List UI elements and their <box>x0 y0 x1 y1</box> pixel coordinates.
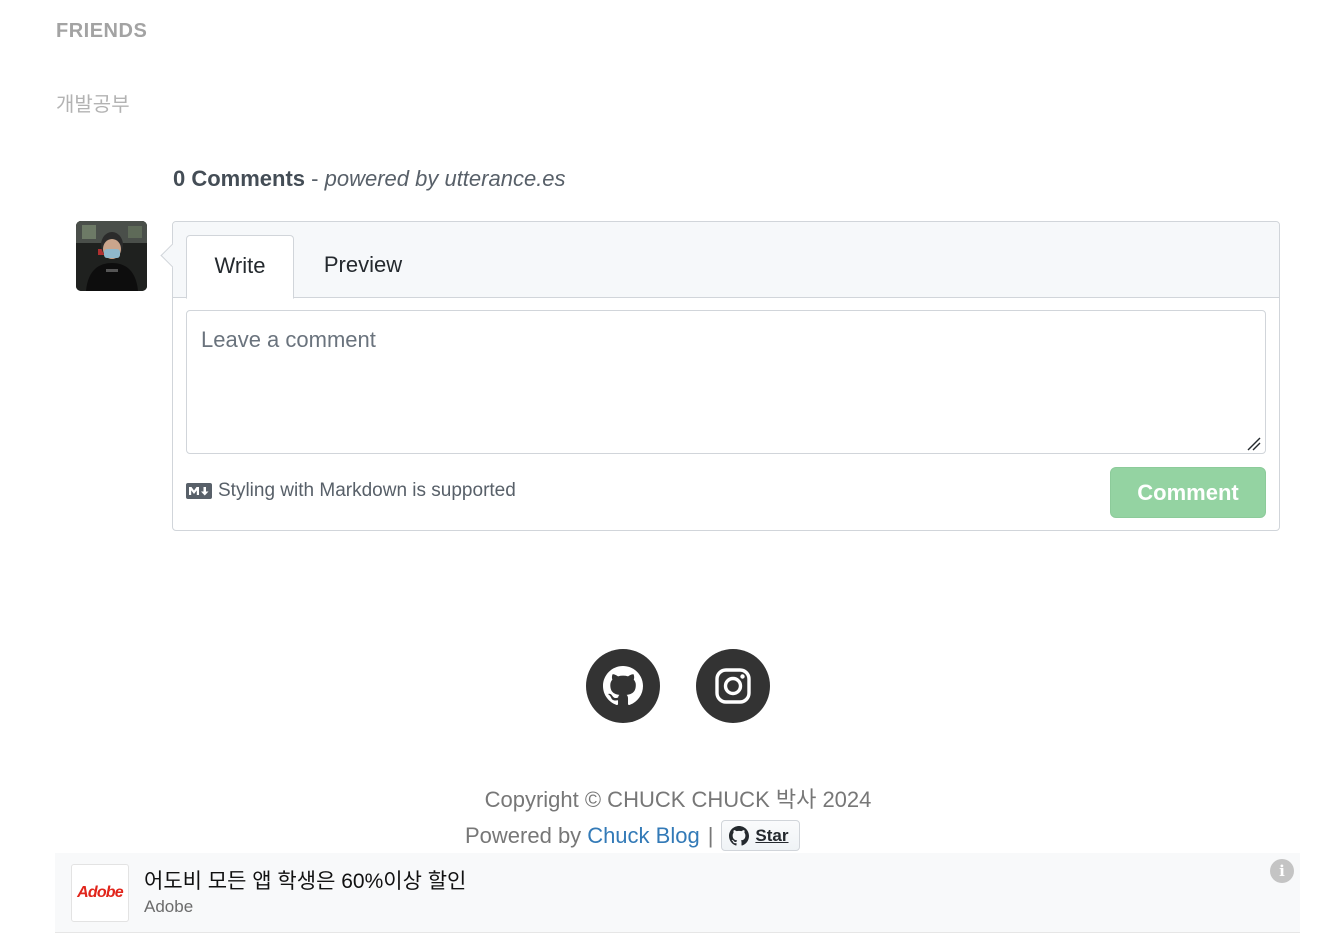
github-icon <box>603 666 643 706</box>
comment-tabs: Write Preview <box>173 222 1279 299</box>
github-star-button[interactable]: Star <box>721 820 800 851</box>
adobe-logo[interactable]: Adobe <box>71 864 129 922</box>
github-link[interactable] <box>586 649 660 723</box>
comment-count: 0 Comments <box>173 166 306 191</box>
comment-submit-button[interactable]: Comment <box>1110 467 1266 518</box>
github-mark-icon <box>729 825 750 846</box>
ad-banner[interactable]: Adobe 어도비 모든 앱 학생은 60%이상 할인 Adobe i <box>55 853 1300 933</box>
star-label: Star <box>755 825 789 845</box>
header-separator: - <box>305 166 325 191</box>
page: FRIENDS 개발공부 0 Comments - powered by utt… <box>0 0 1334 950</box>
footer-separator: | <box>707 822 714 848</box>
tab-preview[interactable]: Preview <box>303 235 423 298</box>
powered-by-line: Powered by Chuck Blog | Star <box>465 820 800 851</box>
resize-grip-icon[interactable] <box>1247 437 1261 451</box>
chuck-blog-link[interactable]: Chuck Blog <box>587 823 700 849</box>
instagram-icon <box>715 668 751 704</box>
info-icon[interactable]: i <box>1270 859 1294 883</box>
markdown-icon <box>186 483 212 499</box>
friend-link-dev-study[interactable]: 개발공부 <box>56 88 130 117</box>
powered-by-utterances[interactable]: powered by utterance.es <box>325 166 566 191</box>
comments-header: 0 Comments - powered by utterance.es <box>173 166 566 192</box>
comment-form: Write Preview Styling with Markdown is s… <box>172 221 1280 531</box>
tab-write[interactable]: Write <box>186 235 294 299</box>
copyright-text: Copyright © CHUCK CHUCK 박사 2024 <box>484 787 872 812</box>
ad-title[interactable]: 어도비 모든 앱 학생은 60%이상 할인 <box>144 865 466 895</box>
comment-input[interactable] <box>186 310 1266 454</box>
markdown-hint-text: Styling with Markdown is supported <box>218 480 516 501</box>
powered-by-prefix: Powered by <box>465 822 582 848</box>
friends-heading: FRIENDS <box>56 20 148 42</box>
markdown-hint-link[interactable]: Styling with Markdown is supported <box>186 480 516 502</box>
ad-advertiser: Adobe <box>144 897 194 916</box>
avatar[interactable] <box>76 221 147 291</box>
avatar-image <box>76 221 147 291</box>
instagram-link[interactable] <box>696 649 770 723</box>
